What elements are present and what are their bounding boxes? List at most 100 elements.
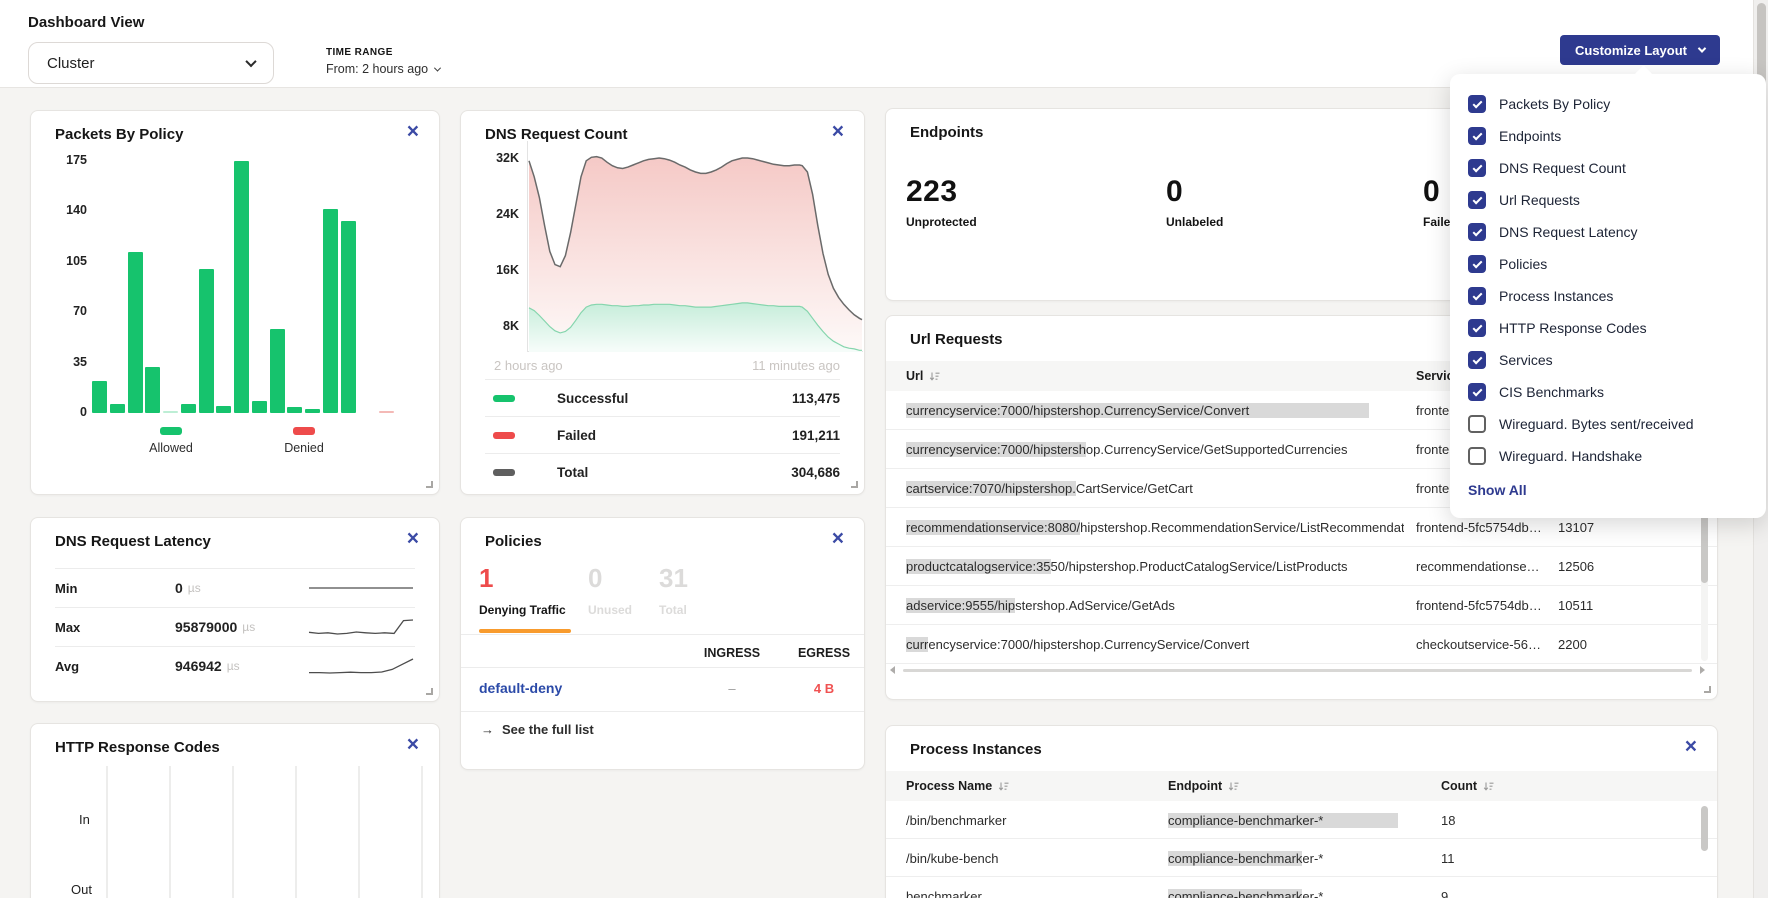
- checkbox-unchecked-icon[interactable]: [1468, 447, 1486, 465]
- menu-item-cis-benchmarks[interactable]: CIS Benchmarks: [1468, 376, 1748, 408]
- horizontal-scrollbar[interactable]: [890, 665, 1705, 675]
- view-selector[interactable]: Cluster: [28, 42, 274, 84]
- y-tick-label: 24K: [477, 207, 519, 221]
- menu-item-wireguard-bytes-sent-received[interactable]: Wireguard. Bytes sent/received: [1468, 408, 1748, 440]
- close-icon[interactable]: ×: [1685, 736, 1697, 757]
- scroll-right-icon[interactable]: [1700, 666, 1705, 674]
- highlighted-text: compliance-benchmark: [1168, 851, 1302, 866]
- bar-allowed: [145, 367, 160, 413]
- column-header-count[interactable]: Count: [1441, 779, 1494, 793]
- bar-allowed: [128, 252, 143, 413]
- menu-item-endpoints[interactable]: Endpoints: [1468, 120, 1748, 152]
- check-icon: [1472, 258, 1482, 268]
- x-axis-label-left: 2 hours ago: [494, 358, 563, 373]
- divider: [461, 634, 864, 635]
- url-cell: productcatalogservice:3550/hipstershop.P…: [906, 547, 1404, 586]
- bar-allowed: [287, 407, 302, 413]
- checkbox-checked-icon[interactable]: [1468, 255, 1486, 273]
- close-icon[interactable]: ×: [407, 528, 419, 549]
- resize-handle[interactable]: [426, 688, 433, 695]
- card-title: Policies: [485, 533, 542, 550]
- menu-item-http-response-codes[interactable]: HTTP Response Codes: [1468, 312, 1748, 344]
- time-range[interactable]: TIME RANGE From: 2 hours ago: [326, 47, 440, 76]
- menu-item-policies[interactable]: Policies: [1468, 248, 1748, 280]
- checkbox-checked-icon[interactable]: [1468, 159, 1486, 177]
- bar-allowed: [305, 409, 320, 413]
- checkbox-checked-icon[interactable]: [1468, 383, 1486, 401]
- sort-icon[interactable]: [1228, 781, 1239, 792]
- checkbox-unchecked-icon[interactable]: [1468, 415, 1486, 433]
- menu-item-wireguard-handshake[interactable]: Wireguard. Handshake: [1468, 440, 1748, 472]
- checkbox-checked-icon[interactable]: [1468, 287, 1486, 305]
- sort-icon[interactable]: [1483, 781, 1494, 792]
- process-table-row[interactable]: /bin/kube-benchcompliance-benchmarker-*1…: [886, 839, 1717, 877]
- check-icon: [1472, 162, 1482, 172]
- url-table-row[interactable]: productcatalogservice:3550/hipstershop.P…: [886, 547, 1717, 586]
- latency-row-min: Min0µs: [55, 568, 415, 607]
- resize-handle[interactable]: [1704, 686, 1711, 693]
- latency-unit: µs: [227, 659, 240, 673]
- highlighted-text: compliance-benchmark: [1168, 889, 1302, 898]
- y-tick-label: 70: [45, 304, 87, 318]
- menu-item-dns-request-count[interactable]: DNS Request Count: [1468, 152, 1748, 184]
- column-header-endpoint[interactable]: Endpoint: [1168, 779, 1239, 793]
- policies-stat-denying[interactable]: 1 Denying Traffic: [479, 563, 566, 617]
- bar-allowed: [270, 329, 285, 413]
- url-table-row[interactable]: currencyservice:7000/hipstershop.Currenc…: [886, 625, 1717, 664]
- endpoint-cell: compliance-benchmarker-*: [1168, 877, 1428, 898]
- resize-handle[interactable]: [851, 481, 858, 488]
- show-all-link[interactable]: Show All: [1468, 482, 1748, 498]
- url-table-row[interactable]: adservice:9555/hipstershop.AdService/Get…: [886, 586, 1717, 625]
- legend-swatch-allowed: [160, 427, 182, 435]
- row-label-out: Out: [71, 882, 92, 897]
- checkbox-checked-icon[interactable]: [1468, 191, 1486, 209]
- sort-icon[interactable]: [929, 371, 940, 382]
- card-process-instances: Process Instances × Process Name Endpoin…: [885, 725, 1718, 898]
- vertical-scrollbar-thumb[interactable]: [1701, 806, 1708, 851]
- menu-item-packets-by-policy[interactable]: Packets By Policy: [1468, 88, 1748, 120]
- close-icon[interactable]: ×: [832, 528, 844, 549]
- process-table-row[interactable]: benchmarkercompliance-benchmarker-*9: [886, 877, 1717, 898]
- egress-value: 4 B: [779, 681, 869, 696]
- menu-item-dns-request-latency[interactable]: DNS Request Latency: [1468, 216, 1748, 248]
- checkbox-checked-icon[interactable]: [1468, 319, 1486, 337]
- checkbox-checked-icon[interactable]: [1468, 95, 1486, 113]
- process-table-row[interactable]: /bin/benchmarkercompliance-benchmarker-*…: [886, 801, 1717, 839]
- policy-name-link[interactable]: default-deny: [479, 680, 562, 696]
- sort-icon[interactable]: [998, 781, 1009, 792]
- latency-value: 95879000: [175, 619, 237, 635]
- resize-handle[interactable]: [426, 481, 433, 488]
- bar-allowed: [199, 269, 214, 413]
- bar-allowed: [163, 411, 178, 413]
- close-icon[interactable]: ×: [407, 734, 419, 755]
- card-title: Url Requests: [910, 331, 1003, 348]
- checkbox-checked-icon[interactable]: [1468, 127, 1486, 145]
- column-header-process-name[interactable]: Process Name: [906, 779, 1009, 793]
- menu-item-url-requests[interactable]: Url Requests: [1468, 184, 1748, 216]
- menu-items: Packets By PolicyEndpointsDNS Request Co…: [1468, 88, 1748, 472]
- check-icon: [1472, 290, 1482, 300]
- scroll-left-icon[interactable]: [890, 666, 895, 674]
- customize-layout-button[interactable]: Customize Layout: [1560, 35, 1720, 65]
- latency-label: Max: [55, 620, 175, 635]
- menu-item-label: DNS Request Latency: [1499, 224, 1638, 240]
- menu-item-label: Policies: [1499, 256, 1547, 272]
- menu-item-process-instances[interactable]: Process Instances: [1468, 280, 1748, 312]
- url-cell: currencyservice:7000/hipstershop.Currenc…: [906, 430, 1404, 469]
- menu-item-services[interactable]: Services: [1468, 344, 1748, 376]
- egress-header: EGRESS: [779, 646, 869, 660]
- column-header-url[interactable]: Url: [906, 369, 940, 383]
- view-selector-value: Cluster: [47, 55, 95, 72]
- checkbox-checked-icon[interactable]: [1468, 223, 1486, 241]
- policies-stat-unused[interactable]: 0 Unused: [588, 563, 632, 617]
- close-icon[interactable]: ×: [832, 121, 844, 142]
- check-icon: [1472, 130, 1482, 140]
- highlighted-text: adservice:9555/hip: [906, 598, 1015, 613]
- service-cell: recommendationse…: [1416, 547, 1548, 586]
- horizontal-scrollbar-thumb[interactable]: [903, 669, 1692, 672]
- policies-stat-total[interactable]: 31 Total: [659, 563, 688, 617]
- time-range-from[interactable]: From: 2 hours ago: [326, 62, 440, 76]
- see-full-list-link[interactable]: → See the full list: [481, 722, 594, 737]
- checkbox-checked-icon[interactable]: [1468, 351, 1486, 369]
- card-http-response-codes: HTTP Response Codes × In Out: [30, 723, 440, 898]
